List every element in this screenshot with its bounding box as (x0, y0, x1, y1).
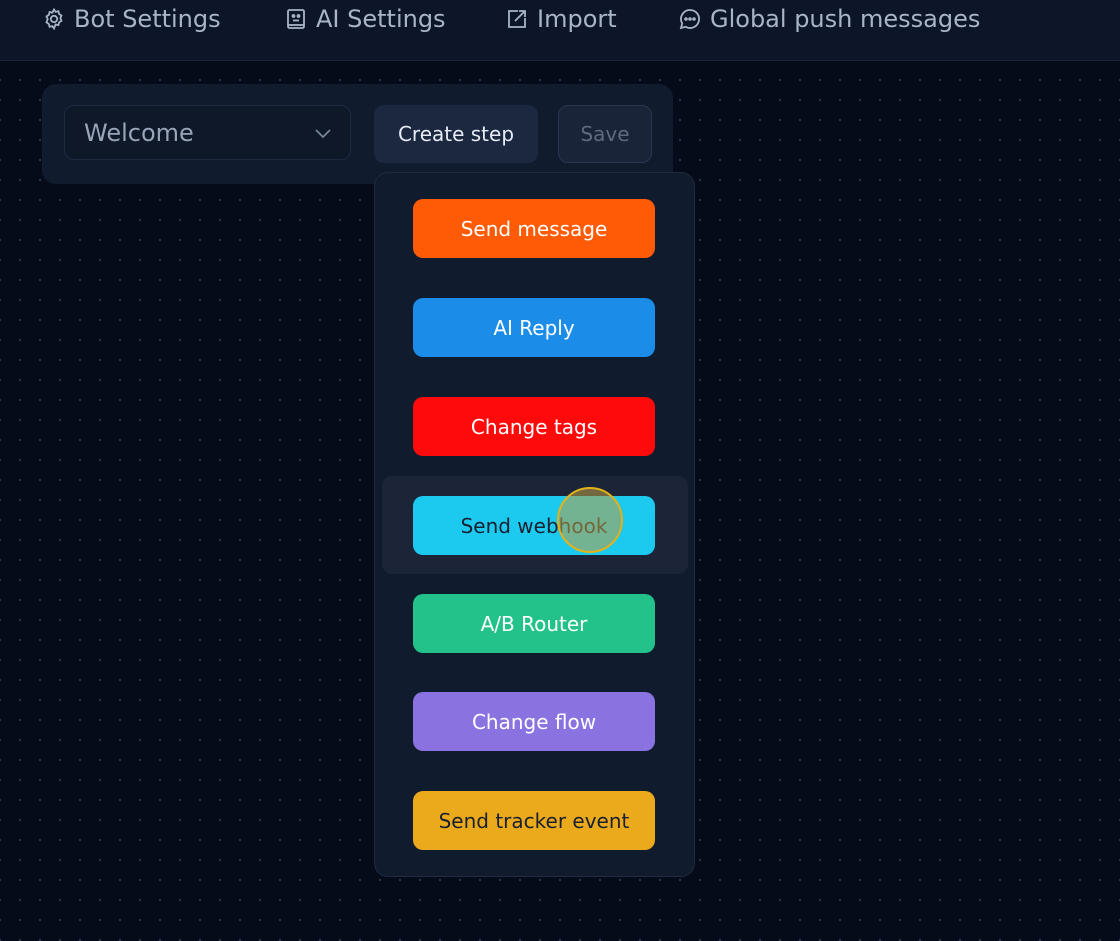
step-change-flow-button[interactable]: Change flow (413, 692, 655, 751)
step-send-message-button[interactable]: Send message (413, 199, 655, 258)
nav-import-label: Import (537, 5, 617, 33)
top-navigation: Bot Settings AI Settings Import Global p… (0, 0, 1120, 61)
flow-select-value: Welcome (84, 118, 194, 147)
nav-global-push-messages[interactable]: Global push messages (678, 0, 980, 38)
chevron-down-icon (315, 129, 331, 139)
step-send-tracker-event-button[interactable]: Send tracker event (413, 791, 655, 850)
create-step-button[interactable]: Create step (374, 105, 538, 163)
nav-bot-settings[interactable]: Bot Settings (42, 0, 221, 38)
ai-bot-icon (287, 9, 305, 29)
step-ab-router-button[interactable]: A/B Router (413, 594, 655, 653)
nav-ai-settings-label: AI Settings (316, 5, 446, 33)
nav-bot-settings-label: Bot Settings (74, 5, 221, 33)
nav-ai-settings[interactable]: AI Settings (284, 0, 446, 38)
gear-icon (45, 7, 63, 31)
step-ai-reply-button[interactable]: AI Reply (413, 298, 655, 357)
chat-bubble-icon (679, 9, 700, 30)
save-button[interactable]: Save (558, 105, 652, 163)
step-change-tags-button[interactable]: Change tags (413, 397, 655, 456)
flow-select[interactable]: Welcome (64, 105, 351, 160)
nav-import[interactable]: Import (505, 0, 617, 38)
nav-global-push-messages-label: Global push messages (710, 5, 981, 33)
step-send-webhook-button[interactable]: Send webhook (413, 496, 655, 555)
flow-editor-page: Bot Settings AI Settings Import Global p… (0, 0, 1120, 941)
import-icon (508, 10, 526, 28)
